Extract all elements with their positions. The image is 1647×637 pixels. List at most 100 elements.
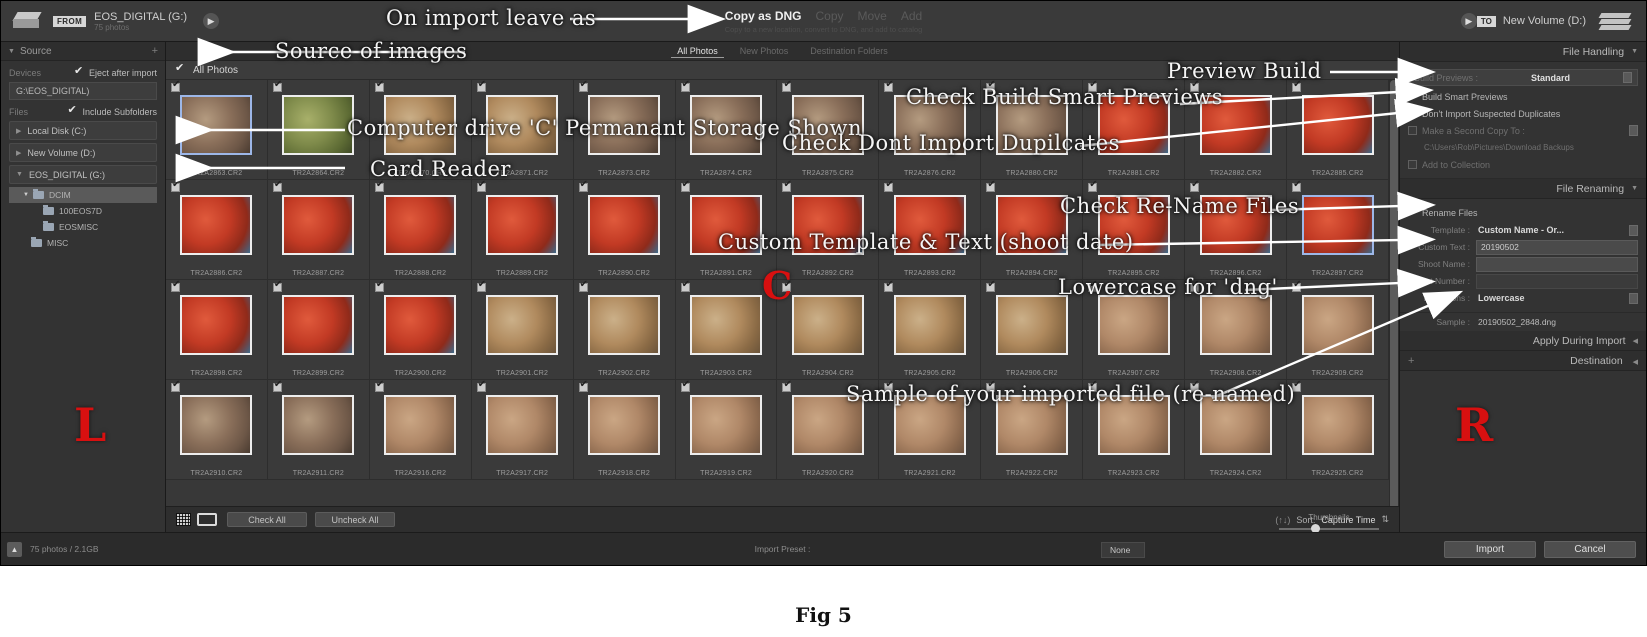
thumbnail-cell[interactable]: TR2A2901.CR2 <box>471 279 574 380</box>
rename-files-toggle[interactable]: Rename Files <box>1407 203 1638 221</box>
thumbnail-checkbox[interactable] <box>578 80 588 92</box>
dont-import-duplicates-toggle[interactable]: Don't Import Suspected Duplicates <box>1407 104 1638 122</box>
folder-item-eosmisc[interactable]: EOSMISC <box>9 219 157 235</box>
topbar-source-group[interactable]: FROM EOS_DIGITAL (G:) 75 photos ▶ <box>1 10 331 32</box>
thumbnail-checkbox[interactable] <box>1292 179 1301 192</box>
chevron-updown-icon[interactable] <box>1629 224 1638 236</box>
thumbnail-cell[interactable]: TR2A2897.CR2 <box>1287 179 1389 280</box>
include-subfolders-toggle[interactable]: Include Subfolders <box>67 103 157 118</box>
thumbnail-checkbox[interactable] <box>374 179 384 192</box>
thumbnail-cell[interactable]: TR2A2899.CR2 <box>267 279 370 380</box>
thumbnail-checkbox[interactable] <box>578 279 588 292</box>
thumbnail-image[interactable] <box>282 395 355 455</box>
build-previews-row[interactable]: Build Previews : Standard <box>1408 69 1638 86</box>
thumbnail-image[interactable] <box>282 195 355 255</box>
tab-destination-folders[interactable]: Destination Folders <box>804 45 894 57</box>
thumbnail-cell[interactable]: TR2A2900.CR2 <box>369 279 472 380</box>
eject-after-import-toggle[interactable]: Eject after import <box>74 64 157 79</box>
folder-item-dcim[interactable]: ▼ DCIM <box>9 187 157 203</box>
uncheck-all-button[interactable]: Uncheck All <box>315 512 395 527</box>
thumbnail-checkbox[interactable] <box>884 179 894 192</box>
drive-item-local-disk[interactable]: ▶ Local Disk (C:) <box>9 121 157 140</box>
make-second-copy-toggle[interactable]: Make a Second Copy To : <box>1408 122 1638 139</box>
thumbnail-image[interactable] <box>588 195 661 255</box>
thumbnail-cell[interactable]: TR2A2911.CR2 <box>267 379 370 480</box>
thumbnail-cell[interactable]: TR2A2904.CR2 <box>777 279 880 380</box>
source-arrow-icon[interactable]: ▶ <box>203 13 220 29</box>
thumbnail-image[interactable] <box>282 95 355 155</box>
thumbnail-checkbox[interactable] <box>782 179 792 192</box>
thumbnail-image[interactable] <box>1301 295 1374 355</box>
add-destination-icon[interactable]: + <box>1408 355 1414 367</box>
thumbnail-checkbox[interactable] <box>1088 179 1098 192</box>
thumbnail-image[interactable] <box>1301 395 1374 455</box>
thumbnail-checkbox[interactable] <box>272 379 282 392</box>
thumbnail-checkbox[interactable] <box>1292 279 1301 292</box>
thumbnail-image[interactable] <box>690 395 763 455</box>
chevron-updown-icon[interactable]: ⇅ <box>1381 514 1389 525</box>
file-handling-header[interactable]: File Handling ▼ <box>1400 42 1646 62</box>
thumbnail-checkbox[interactable] <box>782 379 792 392</box>
chevron-updown-icon[interactable] <box>1629 125 1638 136</box>
destination-volume-name[interactable]: New Volume (D:) <box>1503 15 1586 27</box>
thumbnail-image[interactable] <box>791 295 864 355</box>
thumbnail-image[interactable] <box>486 295 559 355</box>
thumbnail-checkbox[interactable] <box>680 80 690 92</box>
source-device-name[interactable]: EOS_DIGITAL (G:) <box>94 11 187 23</box>
shoot-name-row[interactable]: Shoot Name : <box>1408 256 1638 272</box>
thumbnail-image[interactable] <box>384 195 457 255</box>
slider-track[interactable] <box>1279 524 1379 533</box>
thumbnail-image[interactable] <box>588 295 661 355</box>
thumbnail-checkbox[interactable] <box>374 379 384 392</box>
thumbnail-image[interactable] <box>1199 295 1272 355</box>
thumbnail-checkbox[interactable] <box>782 80 792 92</box>
mode-add[interactable]: Add <box>901 9 922 23</box>
start-number-row[interactable]: Start Number : <box>1408 273 1638 289</box>
thumbnail-checkbox[interactable] <box>171 379 180 392</box>
extensions-value[interactable]: Lowercase <box>1478 293 1525 303</box>
thumbnail-image[interactable] <box>1097 295 1170 355</box>
thumbnail-image[interactable] <box>893 295 966 355</box>
folder-item-100eos7d[interactable]: 100EOS7D <box>9 203 157 219</box>
thumbnail-checkbox[interactable] <box>884 279 894 292</box>
mode-move[interactable]: Move <box>858 9 887 23</box>
destination-header[interactable]: + Destination ◀ <box>1400 351 1646 371</box>
thumbnail-image[interactable] <box>486 395 559 455</box>
thumbnail-checkbox[interactable] <box>272 80 282 92</box>
thumbnail-cell[interactable]: TR2A2909.CR2 <box>1287 279 1389 380</box>
thumbnail-cell[interactable]: TR2A2916.CR2 <box>369 379 472 480</box>
thumbnail-checkbox[interactable] <box>578 179 588 192</box>
thumbnail-checkbox[interactable] <box>476 179 486 192</box>
thumbnail-checkbox[interactable] <box>374 80 384 92</box>
thumbnail-checkbox[interactable] <box>884 80 894 92</box>
grid-view-icon[interactable] <box>176 513 191 526</box>
thumbnail-cell[interactable]: TR2A2885.CR2 <box>1287 80 1389 180</box>
thumbnail-checkbox[interactable] <box>476 80 486 92</box>
thumbnail-cell[interactable]: TR2A2889.CR2 <box>471 179 574 280</box>
thumbnail-checkbox[interactable] <box>986 179 996 192</box>
topbar-destination-group[interactable]: ▶ TO New Volume (D:) <box>1316 11 1646 31</box>
thumbnail-checkbox[interactable] <box>272 279 282 292</box>
shoot-name-input[interactable] <box>1476 256 1638 272</box>
thumbnail-checkbox[interactable] <box>1292 80 1301 92</box>
thumbnail-cell[interactable]: TR2A2925.CR2 <box>1287 379 1389 480</box>
thumbnail-image[interactable] <box>384 395 457 455</box>
check-all-button[interactable]: Check All <box>227 512 307 527</box>
template-row[interactable]: Template : Custom Name - Or... <box>1408 222 1638 238</box>
thumbnail-cell[interactable]: TR2A2898.CR2 <box>166 279 268 380</box>
thumbnail-checkbox[interactable] <box>578 379 588 392</box>
thumbnail-cell[interactable]: TR2A2890.CR2 <box>573 179 676 280</box>
import-preset-value[interactable]: None <box>1101 542 1146 558</box>
thumbnail-checkbox[interactable] <box>171 279 180 292</box>
start-number-input[interactable] <box>1476 273 1638 289</box>
thumbnail-cell[interactable]: TR2A2910.CR2 <box>166 379 268 480</box>
thumbnail-image[interactable] <box>384 295 457 355</box>
thumbnail-image[interactable] <box>180 395 253 455</box>
thumbnail-image[interactable] <box>690 295 763 355</box>
grid-scrollbar[interactable] <box>1389 80 1399 510</box>
drive-item-eos-digital[interactable]: ▼ EOS_DIGITAL (G:) <box>9 165 157 184</box>
extensions-row[interactable]: Extensions : Lowercase <box>1408 290 1638 306</box>
destination-arrow-icon[interactable]: ▶ <box>1460 13 1477 29</box>
thumbnail-checkbox[interactable] <box>272 179 282 192</box>
thumbnail-image[interactable] <box>995 295 1068 355</box>
